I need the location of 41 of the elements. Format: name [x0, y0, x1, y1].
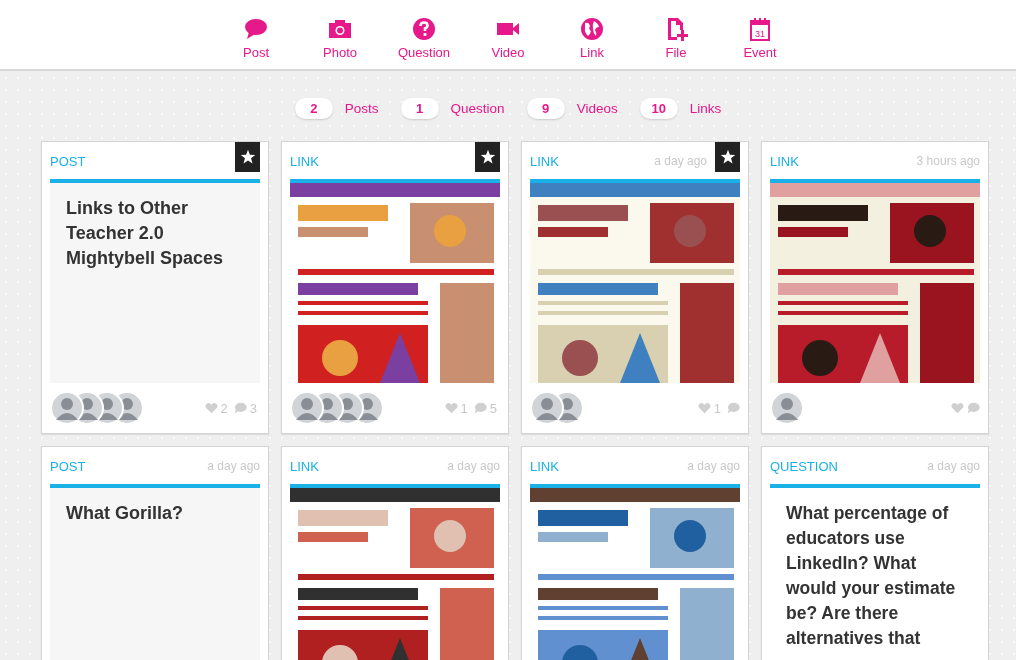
card-type: POST: [50, 154, 86, 169]
globe-icon: [580, 17, 604, 41]
post-title[interactable]: Links to Other Teacher 2.0 Mightybell Spaces: [50, 183, 260, 284]
count-badge: 2: [294, 98, 333, 119]
card-type: LINK: [530, 154, 559, 169]
count-label[interactable]: Question: [450, 101, 505, 116]
toolbar-item[interactable]: Video: [479, 17, 537, 60]
toolbar-item[interactable]: Photo: [311, 17, 369, 60]
avatar-stack[interactable]: [290, 391, 384, 425]
toolbar-item[interactable]: Post: [227, 17, 285, 60]
question-text[interactable]: What percentage of educators use LinkedIn? What would your estimate be? Are there alternatives that: [770, 488, 980, 660]
count-badge: 10: [639, 98, 678, 119]
toolbar-item[interactable]: File: [647, 17, 705, 60]
camera-icon: [328, 17, 352, 41]
card-type: POST: [50, 459, 86, 474]
star-badge[interactable]: [235, 142, 260, 172]
star-icon: [719, 149, 736, 165]
count-label[interactable]: Links: [689, 101, 722, 116]
count-badge: 9: [526, 98, 565, 119]
count-badge: 1: [400, 98, 439, 119]
count-label[interactable]: Posts: [344, 101, 379, 116]
star-badge[interactable]: [715, 142, 740, 172]
star-icon: [479, 149, 496, 165]
card-type: LINK: [290, 459, 319, 474]
star-badge[interactable]: [475, 142, 500, 172]
count-label[interactable]: Videos: [576, 101, 618, 116]
card-type: LINK: [290, 154, 319, 169]
card-type: QUESTION: [770, 459, 838, 474]
star-icon: [239, 149, 256, 165]
avatar-stack[interactable]: [50, 391, 144, 425]
speech-bubble-icon: [244, 17, 268, 41]
avatar-stack[interactable]: [530, 391, 584, 425]
card-type: LINK: [770, 154, 799, 169]
question-icon: [412, 17, 436, 41]
toolbar-item[interactable]: Question: [395, 17, 453, 60]
card-type: LINK: [530, 459, 559, 474]
toolbar-item[interactable]: Link: [563, 17, 621, 60]
toolbar-item[interactable]: 31 Event: [731, 17, 789, 60]
avatar-stack[interactable]: [770, 391, 804, 425]
post-title[interactable]: What Gorilla?: [50, 488, 260, 539]
calendar-icon: 31: [748, 17, 772, 41]
